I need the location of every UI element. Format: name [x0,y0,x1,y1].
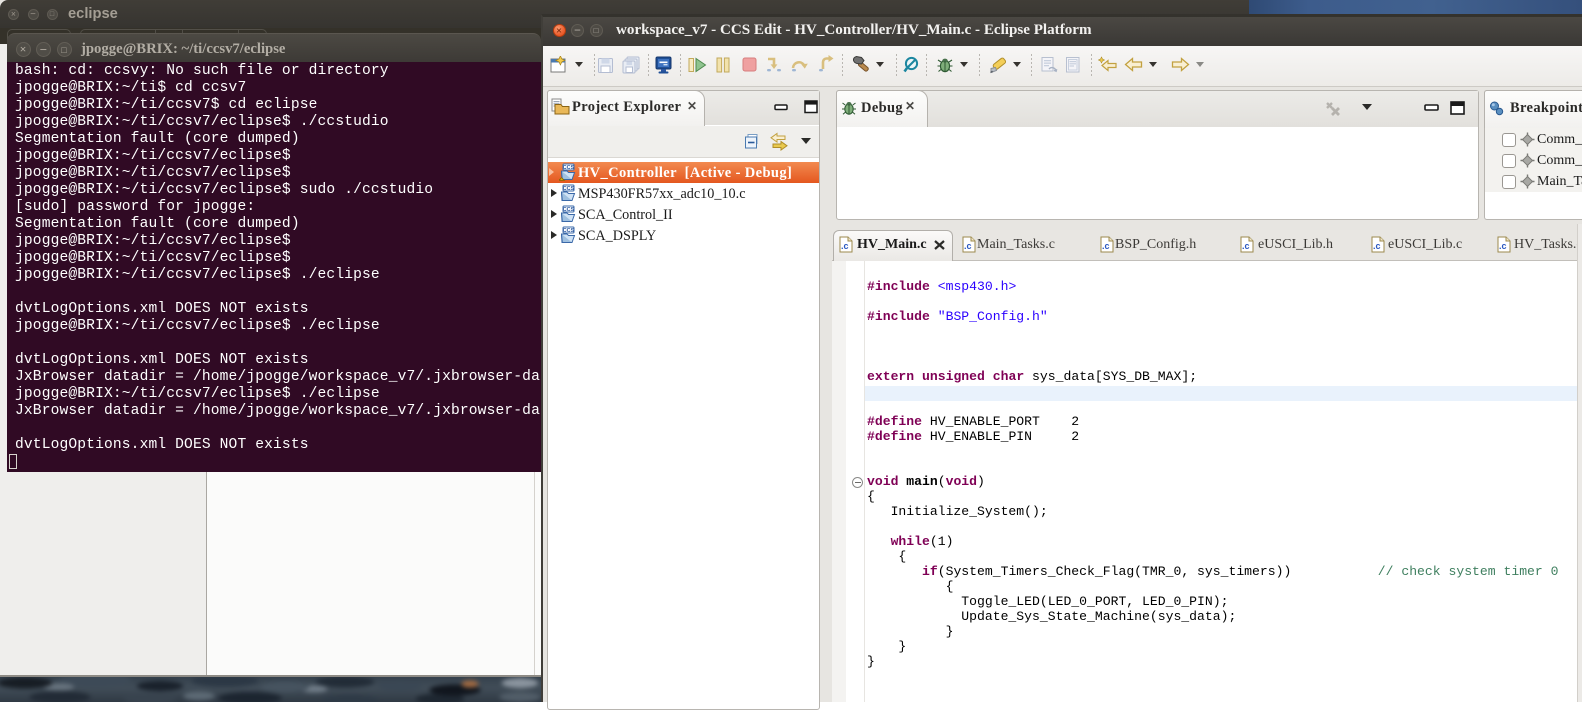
svg-text:CCS: CCS [563,186,575,192]
svg-text:.c: .c [964,241,972,251]
svg-text:.c: .c [841,241,849,251]
svg-text:CCS: CCS [563,228,575,234]
svg-text:.c: .c [1102,241,1110,251]
svg-text:.c: .c [1373,241,1381,251]
svg-text:CCS: CCS [563,165,575,171]
svg-text:.c: .c [1499,241,1507,251]
svg-text:.c: .c [1242,241,1250,251]
svg-text:CCS: CCS [563,207,575,213]
